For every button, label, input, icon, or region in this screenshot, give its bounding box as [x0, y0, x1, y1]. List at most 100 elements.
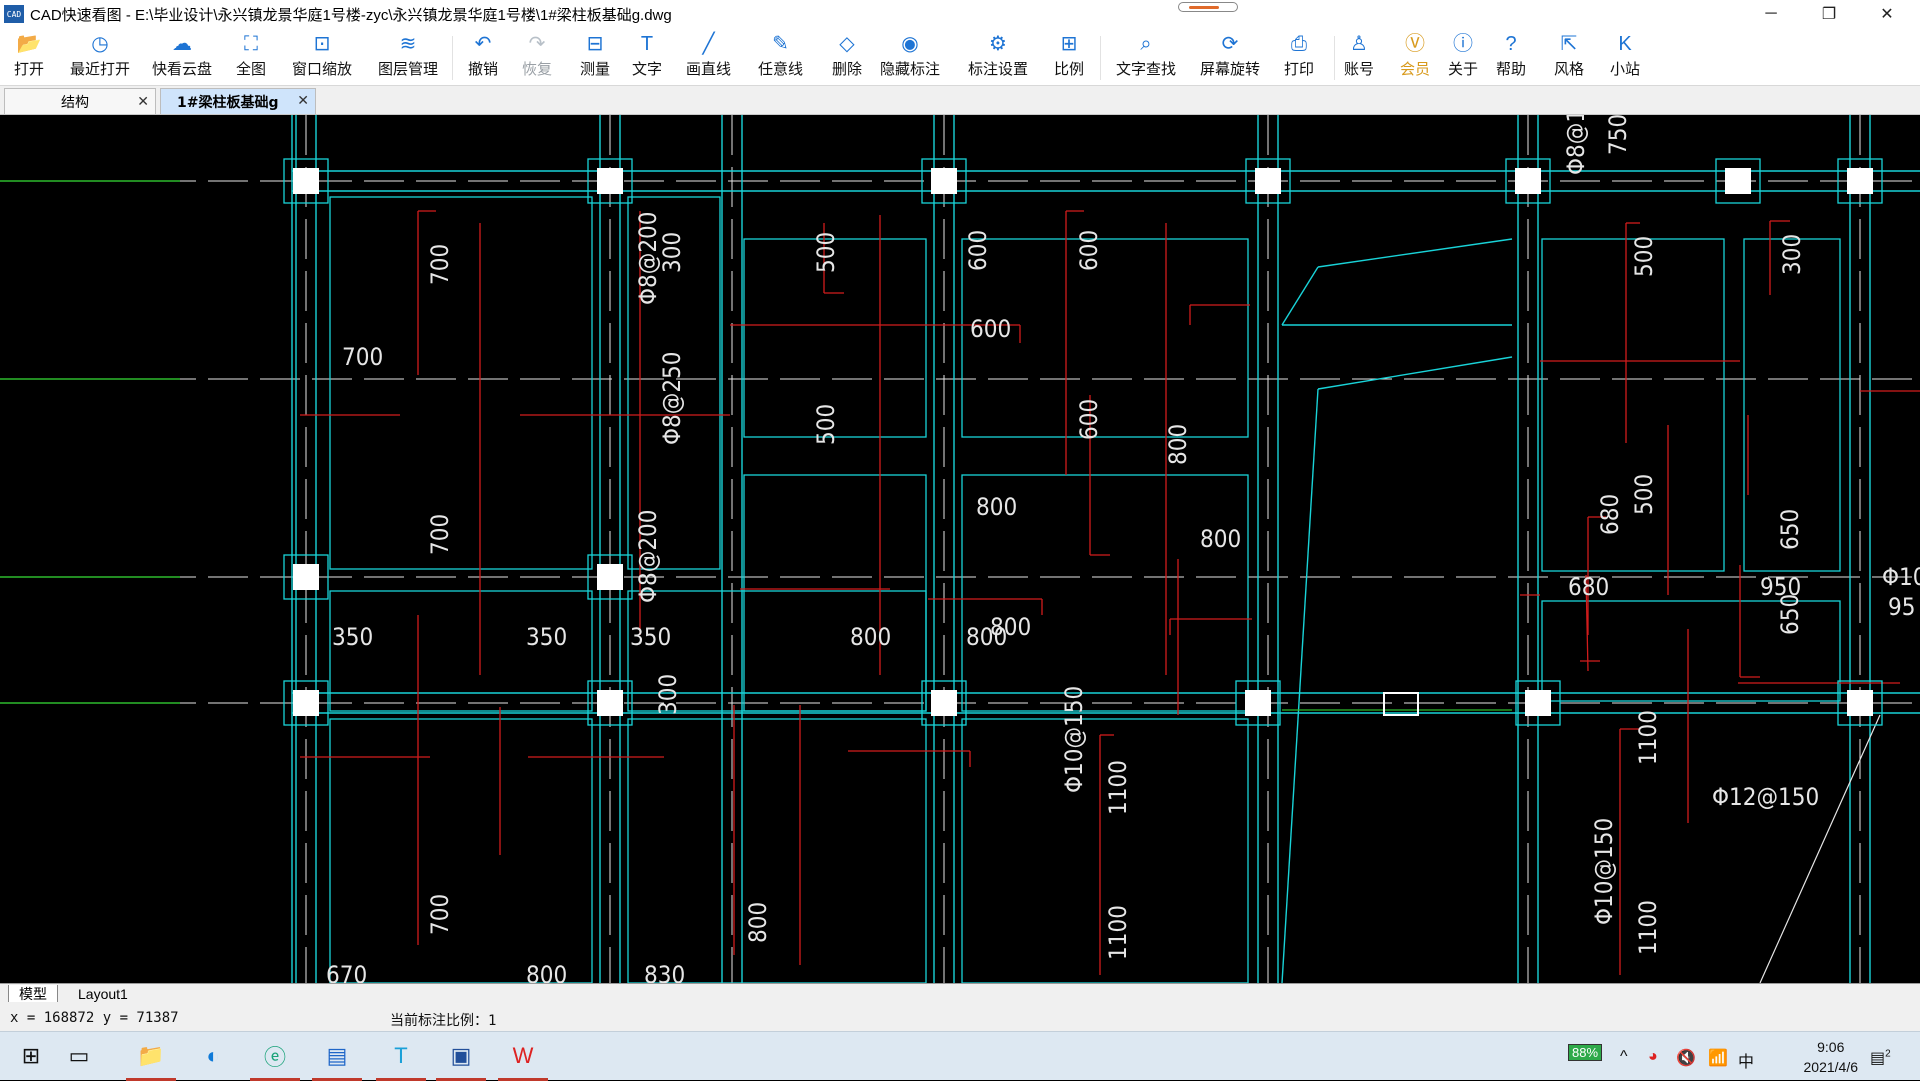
toolbar-button-label: 帮助: [1496, 61, 1527, 78]
toolbar-button-23[interactable]: ⇱ 风格: [1554, 32, 1584, 82]
column-square: [931, 690, 957, 716]
column-square: [1725, 168, 1751, 194]
toolbar-button-8[interactable]: ⊟ 测量: [580, 32, 610, 82]
toolbar-button-label: 关于: [1448, 61, 1479, 78]
windows-start-icon[interactable]: ⊞: [14, 1039, 48, 1073]
ribbon-toggle-pill[interactable]: [1178, 2, 1238, 12]
window-zoom-icon: ⊡: [313, 33, 331, 55]
slab-panel: [743, 474, 927, 712]
dimension-label: Φ12@150: [1712, 783, 1819, 811]
cad-viewer-icon[interactable]: ▣: [436, 1039, 486, 1081]
toolbar-button-label: 小站: [1610, 61, 1641, 78]
edge-browser-icon[interactable]: ◐: [196, 1039, 230, 1073]
column-square: [597, 690, 623, 716]
dimension-label: Φ10: [1882, 563, 1920, 591]
redo-icon: ↷: [528, 33, 546, 55]
column-square: [597, 564, 623, 590]
wps-office-icon[interactable]: W: [498, 1039, 548, 1081]
toolbar-button-label: 撤销: [468, 61, 499, 78]
slab-panel: [1541, 238, 1725, 572]
tab-close-icon[interactable]: ✕: [297, 93, 309, 109]
toolbar-button-10[interactable]: ╱ 画直线: [686, 32, 731, 82]
toolbar-button-16[interactable]: ⌕ 文字查找: [1116, 32, 1176, 82]
toolbar-button-label: 文字: [632, 61, 663, 78]
toolbar-button-0[interactable]: 📂 打开: [14, 32, 44, 82]
dimension-label: 350: [526, 623, 567, 651]
task-view-icon[interactable]: ▭: [62, 1039, 96, 1073]
account-user-icon: ♙: [1350, 33, 1368, 55]
dimension-label: 700: [342, 343, 383, 371]
notification-center-icon[interactable]: ▤2: [1870, 1048, 1891, 1068]
toolbar-button-12[interactable]: ◇ 删除: [832, 32, 862, 82]
clock-time: 9:06: [1817, 1039, 1845, 1055]
system-clock[interactable]: 9:06 2021/4/6: [1804, 1037, 1859, 1077]
toolbar-button-2[interactable]: ☁ 快看云盘: [152, 32, 212, 82]
tray-chevron-icon[interactable]: ^: [1620, 1048, 1628, 1066]
toolbar-button-13[interactable]: ◉ 隐藏标注: [880, 32, 940, 82]
recent-clock-icon: ◷: [91, 33, 109, 55]
dimension-label: 600: [970, 315, 1011, 343]
volume-muted-icon[interactable]: 🔇: [1676, 1048, 1696, 1068]
toolbar-button-3[interactable]: ⛶ 全图: [236, 32, 266, 82]
toolbar-button-21[interactable]: ⓘ 关于: [1448, 32, 1478, 82]
stair-line: [1317, 238, 1513, 268]
layout-tab-layout1[interactable]: Layout1: [68, 985, 138, 1003]
toolbar-button-24[interactable]: K 小站: [1610, 32, 1640, 82]
toolbar-button-label: 隐藏标注: [880, 61, 941, 78]
undo-icon: ↶: [474, 33, 492, 55]
toolbar-button-4[interactable]: ⊡ 窗口缩放: [292, 32, 352, 82]
toolbar-button-6[interactable]: ↶ 撤销: [468, 32, 498, 82]
toolbar-button-15[interactable]: ⊞ 比例: [1054, 32, 1084, 82]
toolbar-button-label: 会员: [1400, 61, 1431, 78]
dimension-label: 300: [1778, 234, 1806, 275]
toolbar-separator: [1334, 36, 1335, 80]
ime-indicator[interactable]: 中: [1738, 1048, 1754, 1072]
dimension-label: 800: [850, 623, 891, 651]
t-app-icon[interactable]: T: [376, 1039, 426, 1081]
toolbar-button-17[interactable]: ⟳ 屏幕旋转: [1200, 32, 1260, 82]
measure-icon: ⊟: [586, 33, 604, 55]
column-square: [1525, 690, 1551, 716]
slab-panel: [329, 196, 593, 570]
dimension-label: 650: [1776, 509, 1804, 550]
toolbar-button-22[interactable]: ? 帮助: [1496, 32, 1526, 82]
cad-drawing-svg[interactable]: 700700700300Φ8@200Φ8@250Φ8@2003005005006…: [0, 115, 1920, 983]
tab-drawing-active[interactable]: 1#梁柱板基础g ✕: [160, 88, 316, 114]
close-button[interactable]: ✕: [1858, 0, 1916, 28]
toolbar-button-14[interactable]: ⚙ 标注设置: [968, 32, 1028, 82]
tab-structure[interactable]: 结构 ✕: [4, 88, 156, 114]
toolbar-button-5[interactable]: ≋ 图层管理: [378, 32, 438, 82]
toolbar-button-18[interactable]: ⎙ 打印: [1284, 32, 1314, 82]
browser-e-icon[interactable]: ⓔ: [250, 1039, 300, 1081]
toolbar-button-label: 图层管理: [378, 61, 439, 78]
dimension-label: 350: [332, 623, 373, 651]
dimension-label: Φ8@200: [634, 211, 662, 305]
annotation-settings-icon: ⚙: [989, 33, 1007, 55]
toolbar-button-1[interactable]: ◷ 最近打开: [70, 32, 130, 82]
eraser-icon: ◇: [839, 33, 855, 55]
toolbar-button-9[interactable]: T 文字: [632, 32, 662, 82]
tab-label: 1#梁柱板基础g: [177, 94, 279, 111]
main-toolbar: 📂 打开 ◷ 最近打开 ☁ 快看云盘 ⛶ 全图 ⊡ 窗口缩放 ≋ 图层管理 ↶ 撤销 ↷ 恢复 ⊟ 测量 T 文字 ╱ 画…: [0, 28, 1920, 86]
minimize-button[interactable]: ─: [1742, 0, 1800, 28]
file-explorer-icon[interactable]: 📁: [126, 1039, 176, 1081]
dimension-label: 800: [1164, 424, 1192, 465]
network-icon[interactable]: 📶: [1708, 1048, 1728, 1068]
slab-panel: [329, 718, 593, 983]
toolbar-button-label: 最近打开: [70, 61, 131, 78]
cad-drawing-canvas[interactable]: 700 700 700 300 Φ8@200 Φ8@250 Φ8@200 300 500 500 6…: [0, 115, 1920, 983]
restore-button[interactable]: ❐: [1800, 0, 1858, 28]
battery-indicator[interactable]: 88%: [1568, 1044, 1603, 1061]
dimension-label: 700: [426, 894, 454, 935]
qq-tray-icon[interactable]: ◕: [1648, 1048, 1658, 1066]
toolbar-button-20[interactable]: Ⓥ 会员: [1400, 32, 1430, 82]
tab-close-icon[interactable]: ✕: [137, 93, 149, 110]
toolbar-button-7[interactable]: ↷ 恢复: [522, 32, 552, 82]
toolbar-button-11[interactable]: ✎ 任意线: [758, 32, 803, 82]
toolbar-button-label: 屏幕旋转: [1200, 61, 1261, 78]
notes-app-icon[interactable]: ▤: [312, 1039, 362, 1081]
dimension-label: 500: [812, 404, 840, 445]
dimension-label: 830: [644, 961, 685, 983]
toolbar-button-19[interactable]: ♙ 账号: [1344, 32, 1374, 82]
layout-tab-model[interactable]: 模型: [8, 985, 58, 1003]
